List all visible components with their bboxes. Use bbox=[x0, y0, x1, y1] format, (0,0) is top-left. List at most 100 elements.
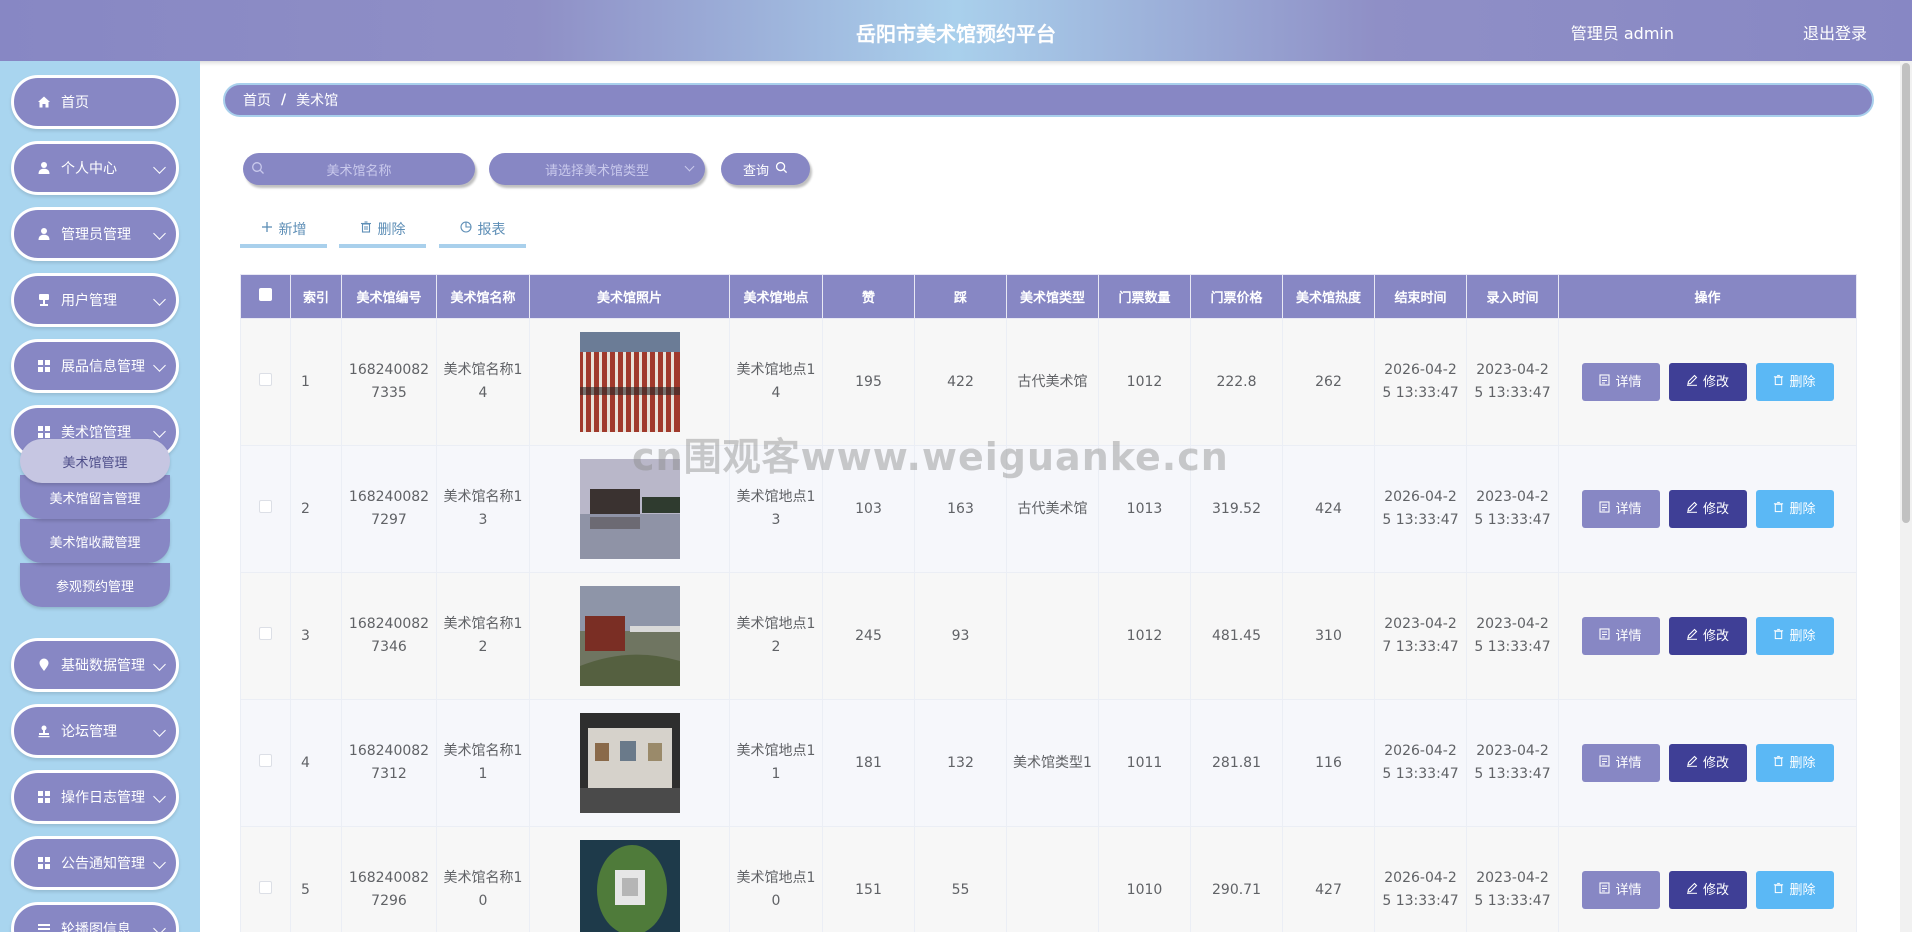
sidebar-item-carousel[interactable]: 轮播图信息 bbox=[11, 902, 179, 932]
submenu-museum-favorites[interactable]: 美术馆收藏管理 bbox=[20, 519, 170, 563]
museum-photo bbox=[579, 713, 680, 813]
museum-photo bbox=[579, 459, 680, 559]
row-select-cell[interactable] bbox=[240, 318, 291, 446]
row-select-cell[interactable] bbox=[240, 826, 291, 932]
cell-price: 290.71 bbox=[1190, 826, 1283, 932]
plus-icon bbox=[261, 221, 273, 237]
cell-price: 222.8 bbox=[1190, 318, 1283, 446]
delete-button[interactable]: 删除 bbox=[1755, 871, 1834, 909]
sidebar-item-users[interactable]: 用户管理 bbox=[11, 273, 179, 327]
cell-operations: 详情 修改 删除 bbox=[1558, 318, 1857, 446]
column-header: 结束时间 bbox=[1374, 274, 1467, 319]
submenu-museum-manage[interactable]: 美术馆管理 bbox=[20, 439, 170, 483]
cell-place: 美术馆地点10 bbox=[729, 826, 823, 932]
select-all-cell[interactable] bbox=[240, 274, 291, 319]
pencil-icon bbox=[1686, 498, 1698, 521]
detail-button[interactable]: 详情 bbox=[1581, 490, 1660, 528]
museum-type-select[interactable]: 请选择美术馆类型 bbox=[489, 153, 705, 185]
sidebar-item-admins[interactable]: 管理员管理 bbox=[11, 207, 179, 261]
add-button[interactable]: 新增 bbox=[240, 213, 327, 248]
pencil-icon bbox=[1686, 752, 1698, 775]
cell-heat: 310 bbox=[1282, 572, 1375, 700]
report-button[interactable]: 报表 bbox=[439, 213, 526, 248]
sidebar-item-logs[interactable]: 操作日志管理 bbox=[11, 770, 179, 824]
cell-like: 245 bbox=[822, 572, 915, 700]
logout-link[interactable]: 退出登录 bbox=[1803, 20, 1867, 44]
cell-name: 美术馆名称13 bbox=[436, 445, 530, 573]
breadcrumb-home[interactable]: 首页 bbox=[243, 90, 271, 110]
scrollbar-thumb[interactable] bbox=[1902, 63, 1910, 523]
detail-label: 详情 bbox=[1615, 755, 1642, 771]
chevron-down-icon bbox=[153, 359, 166, 372]
row-select-cell[interactable] bbox=[240, 699, 291, 827]
detail-button[interactable]: 详情 bbox=[1581, 363, 1660, 401]
user-icon bbox=[36, 226, 52, 242]
trash-icon bbox=[1773, 498, 1784, 521]
row-select-cell[interactable] bbox=[240, 572, 291, 700]
delete-label: 删除 bbox=[1789, 755, 1816, 771]
edit-button[interactable]: 修改 bbox=[1668, 490, 1747, 528]
delete-label: 删除 bbox=[1789, 374, 1816, 390]
sidebar-item-label: 首页 bbox=[61, 95, 89, 111]
cell-tickets: 1010 bbox=[1098, 826, 1191, 932]
row-checkbox[interactable] bbox=[259, 626, 272, 640]
select-placeholder: 请选择美术馆类型 bbox=[544, 163, 649, 179]
page-scrollbar[interactable] bbox=[1900, 61, 1912, 932]
delete-button[interactable]: 删除 bbox=[1755, 744, 1834, 782]
cell-photo bbox=[529, 318, 730, 446]
edit-button[interactable]: 修改 bbox=[1668, 363, 1747, 401]
edit-button[interactable]: 修改 bbox=[1668, 871, 1747, 909]
sidebar-item-forum[interactable]: 论坛管理 bbox=[11, 704, 179, 758]
column-header: 录入时间 bbox=[1466, 274, 1559, 319]
pencil-icon bbox=[1686, 371, 1698, 394]
edit-label: 修改 bbox=[1702, 628, 1729, 644]
select-all-checkbox[interactable] bbox=[259, 288, 272, 301]
museum-photo bbox=[579, 586, 680, 686]
delete-label: 删除 bbox=[1789, 628, 1816, 644]
cell-name: 美术馆名称12 bbox=[436, 572, 530, 700]
submenu-visit-booking[interactable]: 参观预约管理 bbox=[20, 563, 170, 607]
row-select-cell[interactable] bbox=[240, 445, 291, 573]
row-checkbox[interactable] bbox=[259, 499, 272, 513]
query-button[interactable]: 查询 bbox=[721, 153, 810, 185]
column-header: 赞 bbox=[822, 274, 915, 319]
cell-place: 美术馆地点13 bbox=[729, 445, 823, 573]
cell-price: 481.45 bbox=[1190, 572, 1283, 700]
museum-photo bbox=[579, 840, 680, 932]
pencil-icon bbox=[1686, 879, 1698, 902]
cell-price: 319.52 bbox=[1190, 445, 1283, 573]
table-row: 4 1682400827312 美术馆名称11 美术馆地点11 181 132 美术馆类型1… bbox=[240, 699, 1857, 827]
edit-button[interactable]: 修改 bbox=[1668, 744, 1747, 782]
report-label: 报表 bbox=[477, 221, 506, 238]
cell-index: 3 bbox=[290, 572, 342, 700]
sidebar-item-base-data[interactable]: 基础数据管理 bbox=[11, 638, 179, 692]
batch-delete-button[interactable]: 删除 bbox=[339, 213, 426, 248]
cell-photo bbox=[529, 572, 730, 700]
row-checkbox[interactable] bbox=[259, 753, 272, 767]
delete-button[interactable]: 删除 bbox=[1755, 617, 1834, 655]
cell-heat: 424 bbox=[1282, 445, 1375, 573]
cell-end-time: 2026-04-25 13:33:47 bbox=[1374, 445, 1467, 573]
detail-button[interactable]: 详情 bbox=[1581, 871, 1660, 909]
detail-button[interactable]: 详情 bbox=[1581, 617, 1660, 655]
sidebar-item-profile[interactable]: 个人中心 bbox=[11, 141, 179, 195]
delete-button[interactable]: 删除 bbox=[1755, 490, 1834, 528]
pencil-icon bbox=[1686, 625, 1698, 648]
column-header: 美术馆类型 bbox=[1006, 274, 1099, 319]
cell-index: 1 bbox=[290, 318, 342, 446]
delete-button[interactable]: 删除 bbox=[1755, 363, 1834, 401]
row-checkbox[interactable] bbox=[259, 880, 272, 894]
row-checkbox[interactable] bbox=[259, 372, 272, 386]
sidebar-item-notices[interactable]: 公告通知管理 bbox=[11, 836, 179, 890]
sidebar-item-home[interactable]: 首页 bbox=[11, 75, 179, 129]
cell-type bbox=[1006, 572, 1099, 700]
cell-name: 美术馆名称10 bbox=[436, 826, 530, 932]
sidebar-item-exhibits[interactable]: 展品信息管理 bbox=[11, 339, 179, 393]
detail-button[interactable]: 详情 bbox=[1581, 744, 1660, 782]
edit-button[interactable]: 修改 bbox=[1668, 617, 1747, 655]
museum-name-search-input[interactable]: 美术馆名称 bbox=[243, 153, 475, 185]
sidebar-item-label: 管理员管理 bbox=[61, 227, 131, 243]
cell-tickets: 1012 bbox=[1098, 572, 1191, 700]
table-header-row: 索引 美术馆编号 美术馆名称 美术馆照片 美术馆地点 赞 踩 美术馆类型 门票数… bbox=[240, 274, 1857, 319]
sidebar-item-label: 个人中心 bbox=[61, 161, 117, 177]
